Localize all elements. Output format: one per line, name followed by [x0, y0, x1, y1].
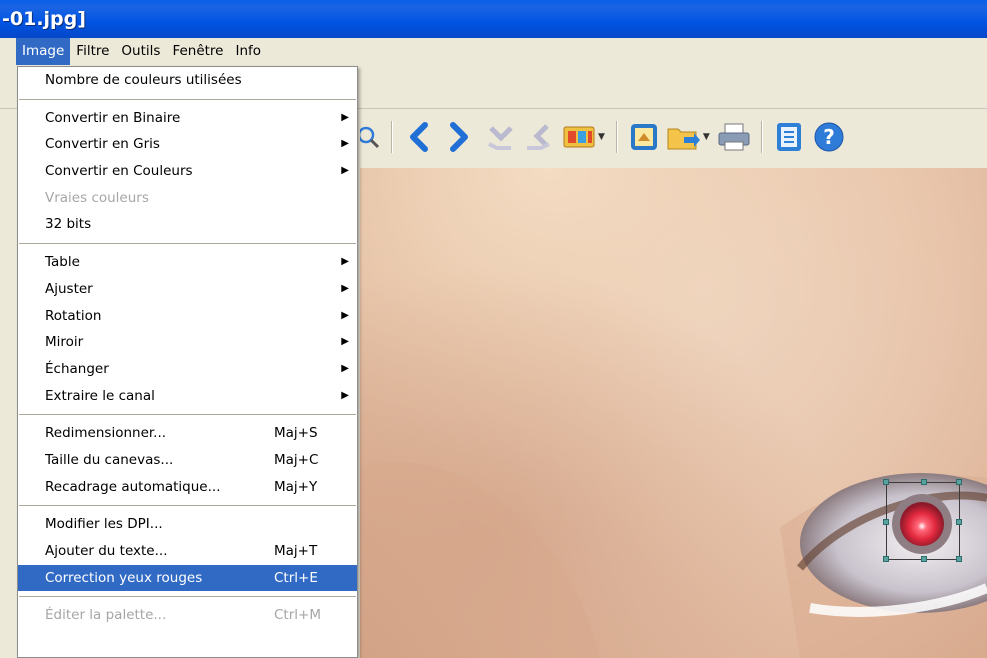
menu-item-modifier-dpi[interactable]: Modifier les DPI...: [18, 511, 357, 538]
next-arrow-icon[interactable]: [441, 119, 477, 155]
menu-item-editer-palette: Éditer la palette... Ctrl+M: [18, 602, 357, 629]
selection-handle-tr[interactable]: [956, 479, 962, 485]
svg-text:?: ?: [823, 125, 835, 149]
menu-bar: Image Filtre Outils Fenêtre Info: [0, 38, 987, 65]
menu-separator: [19, 98, 356, 100]
selection-handle-tm[interactable]: [921, 479, 927, 485]
submenu-arrow-icon: ▶: [341, 389, 349, 401]
submenu-arrow-icon: ▶: [341, 138, 349, 150]
help-icon[interactable]: ?: [811, 119, 847, 155]
fit-window-icon[interactable]: [626, 119, 662, 155]
menu-item-convertir-gris[interactable]: Convertir en Gris ▶: [18, 131, 357, 158]
menu-outils[interactable]: Outils: [115, 38, 166, 65]
open-folder-icon[interactable]: [666, 119, 702, 155]
menu-separator: [19, 243, 356, 245]
previous-arrow-icon[interactable]: [401, 119, 437, 155]
main-toolbar: ▼ ▼ ?: [360, 115, 851, 159]
selection-handle-br[interactable]: [956, 556, 962, 562]
toolbar-separator: [615, 121, 617, 153]
menu-item-ajuster[interactable]: Ajuster ▶: [18, 276, 357, 303]
selection-handle-tl[interactable]: [883, 479, 889, 485]
menu-item-nombre-couleurs[interactable]: Nombre de couleurs utilisées: [18, 67, 357, 94]
menu-separator: [19, 414, 356, 416]
submenu-arrow-icon: ▶: [341, 309, 349, 321]
selection-handle-ml[interactable]: [883, 519, 889, 525]
menu-item-miroir[interactable]: Miroir ▶: [18, 329, 357, 356]
menu-item-convertir-binaire[interactable]: Convertir en Binaire ▶: [18, 105, 357, 132]
properties-icon[interactable]: [771, 119, 807, 155]
image-menu-dropdown: Nombre de couleurs utilisées Convertir e…: [17, 66, 358, 658]
print-icon[interactable]: [716, 119, 752, 155]
menu-separator: [19, 596, 356, 598]
shortcut-label: Maj+S: [274, 425, 318, 442]
menu-filtre[interactable]: Filtre: [70, 38, 115, 65]
menu-item-rotation[interactable]: Rotation ▶: [18, 303, 357, 330]
shortcut-label: Maj+C: [274, 451, 319, 468]
menu-item-echanger[interactable]: Échanger ▶: [18, 356, 357, 383]
window-title-bar: -01.jpg]: [0, 0, 987, 38]
slideshow-dropdown-icon[interactable]: ▼: [598, 132, 605, 142]
menu-fenetre[interactable]: Fenêtre: [166, 38, 229, 65]
slideshow-icon[interactable]: [561, 119, 597, 155]
menu-separator: [19, 505, 356, 507]
menu-info[interactable]: Info: [229, 38, 267, 65]
selection-handle-bm[interactable]: [921, 556, 927, 562]
selection-handle-mr[interactable]: [956, 519, 962, 525]
shortcut-label: Ctrl+E: [274, 569, 318, 586]
menu-item-taille-canevas[interactable]: Taille du canevas... Maj+C: [18, 447, 357, 474]
menu-item-convertir-couleurs[interactable]: Convertir en Couleurs ▶: [18, 158, 357, 185]
submenu-arrow-icon: ▶: [341, 111, 349, 123]
submenu-arrow-icon: ▶: [341, 282, 349, 294]
zoom-icon[interactable]: [360, 119, 382, 155]
submenu-arrow-icon: ▶: [341, 165, 349, 177]
image-canvas[interactable]: [360, 168, 987, 658]
menu-item-ajouter-texte[interactable]: Ajouter du texte... Maj+T: [18, 538, 357, 565]
shortcut-label: Maj+Y: [274, 478, 318, 495]
menu-item-vraies-couleurs: Vraies couleurs: [45, 189, 149, 206]
menu-item-redimensionner[interactable]: Redimensionner... Maj+S: [18, 420, 357, 447]
menu-item-recadrage-auto[interactable]: Recadrage automatique... Maj+Y: [18, 474, 357, 501]
menu-item-extraire-canal[interactable]: Extraire le canal ▶: [18, 383, 357, 410]
next-disabled-icon[interactable]: [521, 119, 557, 155]
selection-handle-bl[interactable]: [883, 556, 889, 562]
toolbar-separator: [760, 121, 762, 153]
shortcut-label: Maj+T: [274, 543, 318, 559]
shortcut-label: Ctrl+M: [274, 607, 321, 624]
previous-disabled-icon[interactable]: [481, 119, 517, 155]
open-dropdown-icon[interactable]: ▼: [703, 132, 710, 142]
menu-item-32-bits[interactable]: 32 bits: [18, 211, 357, 238]
menu-image[interactable]: Image: [16, 38, 71, 65]
photo-face: [360, 168, 987, 658]
menu-item-correction-yeux-rouges[interactable]: Correction yeux rouges Ctrl+E: [18, 564, 357, 592]
submenu-arrow-icon: ▶: [341, 256, 349, 268]
submenu-arrow-icon: ▶: [341, 336, 349, 348]
window-title: -01.jpg]: [2, 8, 86, 30]
toolbar-separator: [391, 121, 392, 153]
submenu-arrow-icon: ▶: [341, 362, 349, 374]
red-eye-selection[interactable]: [883, 479, 962, 562]
menu-item-table[interactable]: Table ▶: [18, 249, 357, 276]
